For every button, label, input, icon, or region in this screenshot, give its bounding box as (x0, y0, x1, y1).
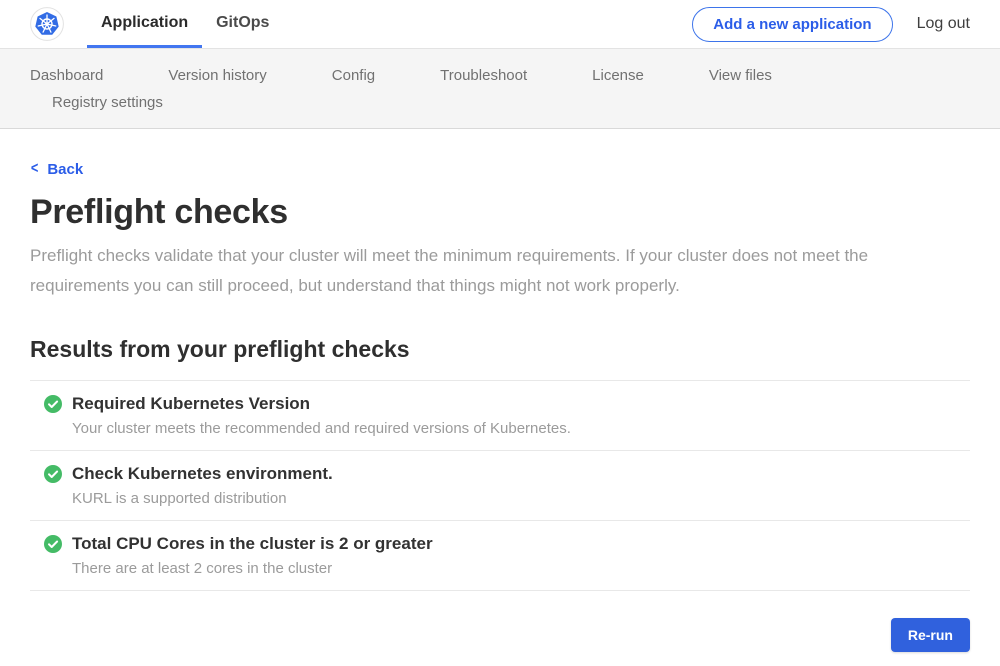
check-success-icon (44, 465, 62, 483)
preflight-check-row: Total CPU Cores in the cluster is 2 or g… (30, 520, 970, 590)
check-title: Check Kubernetes environment. (72, 464, 333, 484)
check-success-icon (44, 395, 62, 413)
subnav-item-troubleshoot[interactable]: Troubleshoot (440, 67, 527, 84)
check-message: KURL is a supported distribution (72, 490, 970, 507)
results-heading: Results from your preflight checks (30, 336, 970, 363)
check-message: There are at least 2 cores in the cluste… (72, 560, 970, 577)
subnav-row-1: Dashboard Version history Config Trouble… (0, 49, 1000, 88)
kubernetes-logo (30, 7, 64, 41)
app-header: Application GitOps Add a new application… (0, 0, 1000, 49)
add-application-button[interactable]: Add a new application (692, 7, 892, 42)
header-right: Add a new application Log out (692, 7, 970, 42)
check-title: Total CPU Cores in the cluster is 2 or g… (72, 534, 433, 554)
app-subnav: Dashboard Version history Config Trouble… (0, 49, 1000, 129)
check-success-icon (44, 535, 62, 553)
preflight-check-row: Check Kubernetes environment. KURL is a … (30, 450, 970, 520)
subnav-item-config[interactable]: Config (332, 67, 375, 84)
preflight-check-row: Required Kubernetes Version Your cluster… (30, 380, 970, 450)
subnav-item-version-history[interactable]: Version history (168, 67, 266, 84)
back-link[interactable]: < Back (30, 160, 83, 178)
page-title: Preflight checks (30, 193, 970, 232)
tab-gitops-label: GitOps (216, 14, 269, 32)
subnav-item-registry-settings[interactable]: Registry settings (52, 94, 163, 111)
subnav-item-view-files[interactable]: View files (709, 67, 772, 84)
subnav-item-license[interactable]: License (592, 67, 644, 84)
primary-tabs: Application GitOps (87, 0, 283, 48)
page-description: Preflight checks validate that your clus… (30, 241, 942, 301)
logout-link[interactable]: Log out (917, 15, 970, 33)
footer-actions: Re-run (30, 618, 970, 652)
preflight-page: < Back Preflight checks Preflight checks… (0, 129, 1000, 652)
preflight-results-list: Required Kubernetes Version Your cluster… (30, 380, 970, 591)
back-link-label: Back (47, 161, 83, 178)
tab-gitops[interactable]: GitOps (202, 0, 283, 48)
rerun-button[interactable]: Re-run (891, 618, 970, 652)
tab-application-label: Application (101, 14, 188, 32)
check-title: Required Kubernetes Version (72, 394, 310, 414)
chevron-left-icon: < (31, 160, 38, 178)
subnav-item-dashboard[interactable]: Dashboard (30, 67, 103, 84)
subnav-row-2: Registry settings (0, 88, 1000, 128)
check-message: Your cluster meets the recommended and r… (72, 420, 970, 437)
tab-application[interactable]: Application (87, 0, 202, 48)
